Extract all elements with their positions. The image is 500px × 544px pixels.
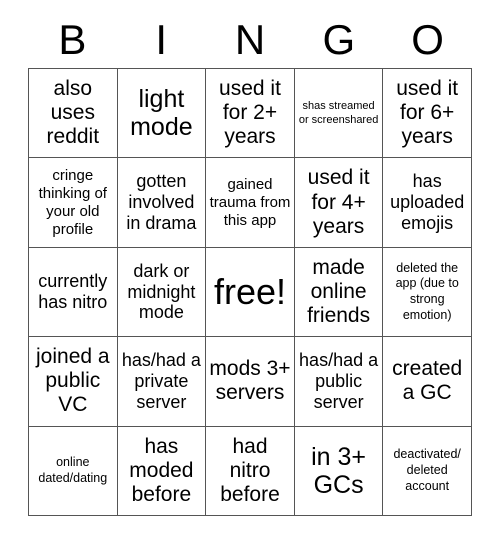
- bingo-cell[interactable]: light mode: [117, 69, 207, 159]
- bingo-cell-text: has/had a public server: [299, 350, 379, 412]
- bingo-cell[interactable]: cringe thinking of your old profile: [29, 158, 118, 248]
- bingo-cell-text: has moded before: [129, 434, 194, 506]
- bingo-header-letter-b: B: [58, 16, 87, 63]
- bingo-cell-text: online dated/dating: [38, 455, 108, 485]
- bingo-grid: also uses reddit light mode used it for …: [28, 68, 472, 516]
- bingo-cell[interactable]: gotten involved in drama: [117, 158, 207, 248]
- bingo-cell-text: has uploaded emojis: [390, 171, 465, 234]
- bingo-cell-text: gained trauma from this app: [209, 175, 291, 229]
- bingo-cell[interactable]: mods 3+ servers: [206, 337, 295, 427]
- bingo-cell[interactable]: has moded before: [117, 426, 207, 516]
- bingo-cell[interactable]: had nitro before: [206, 426, 295, 516]
- bingo-cell-text: made online friends: [307, 255, 371, 328]
- bingo-cell-text: also uses reddit: [46, 76, 100, 149]
- bingo-cell-text: currently has nitro: [38, 271, 108, 312]
- bingo-cell[interactable]: online dated/dating: [29, 426, 118, 516]
- bingo-cell-text: dark or midnight mode: [127, 260, 196, 323]
- bingo-header-letter-o: O: [411, 16, 444, 63]
- bingo-cell[interactable]: used it for 6+ years: [383, 69, 472, 159]
- bingo-cell[interactable]: made online friends: [294, 247, 384, 338]
- bingo-cell-text: used it for 4+ years: [307, 166, 370, 238]
- bingo-cell[interactable]: gained trauma from this app: [206, 158, 295, 248]
- bingo-cell-text: used it for 6+ years: [396, 76, 459, 149]
- bingo-header-row: B I N G O: [28, 12, 472, 68]
- bingo-cell-text: deleted the app (due to strong emotion): [395, 260, 459, 322]
- bingo-cell[interactable]: has/had a private server: [117, 337, 207, 427]
- bingo-header-letter-n: N: [234, 16, 266, 63]
- bingo-cell-text: shas streamed or screenshared: [298, 100, 379, 127]
- bingo-cell[interactable]: shas streamed or screenshared: [294, 69, 384, 159]
- bingo-cell-text: mods 3+ servers: [209, 357, 291, 405]
- bingo-cell-text: has/had a private server: [121, 350, 201, 412]
- bingo-cell-text: free!: [213, 271, 287, 313]
- bingo-cell-text: gotten involved in drama: [126, 171, 197, 234]
- bingo-header-letter-i: I: [155, 16, 168, 63]
- bingo-cell[interactable]: in 3+ GCs: [294, 426, 384, 516]
- bingo-cell[interactable]: joined a public VC: [29, 337, 118, 427]
- bingo-cell[interactable]: used it for 2+ years: [206, 69, 295, 159]
- bingo-cell-text: joined a public VC: [36, 345, 110, 417]
- bingo-cell[interactable]: currently has nitro: [29, 247, 118, 338]
- bingo-cell-text: created a GC: [392, 357, 463, 405]
- bingo-cell[interactable]: deactivated/ deleted account: [383, 426, 472, 516]
- bingo-cell[interactable]: deleted the app (due to strong emotion): [383, 247, 472, 338]
- bingo-cell-free[interactable]: free!: [206, 247, 295, 338]
- bingo-cell[interactable]: created a GC: [383, 337, 472, 427]
- bingo-card: B I N G O also uses reddit light mode us…: [0, 0, 500, 544]
- bingo-cell-text: used it for 2+ years: [219, 76, 281, 149]
- bingo-cell[interactable]: dark or midnight mode: [117, 247, 207, 338]
- bingo-cell[interactable]: has uploaded emojis: [383, 158, 472, 248]
- bingo-cell-text: light mode: [130, 84, 193, 142]
- bingo-cell-text: deactivated/ deleted account: [393, 447, 461, 493]
- bingo-cell[interactable]: has/had a public server: [294, 337, 384, 427]
- bingo-cell-text: cringe thinking of your old profile: [38, 166, 107, 238]
- bingo-cell[interactable]: also uses reddit: [29, 69, 118, 159]
- bingo-cell-text: in 3+ GCs: [311, 442, 367, 499]
- bingo-cell[interactable]: used it for 4+ years: [294, 158, 384, 248]
- bingo-cell-text: had nitro before: [220, 434, 280, 506]
- bingo-header-letter-g: G: [322, 16, 356, 63]
